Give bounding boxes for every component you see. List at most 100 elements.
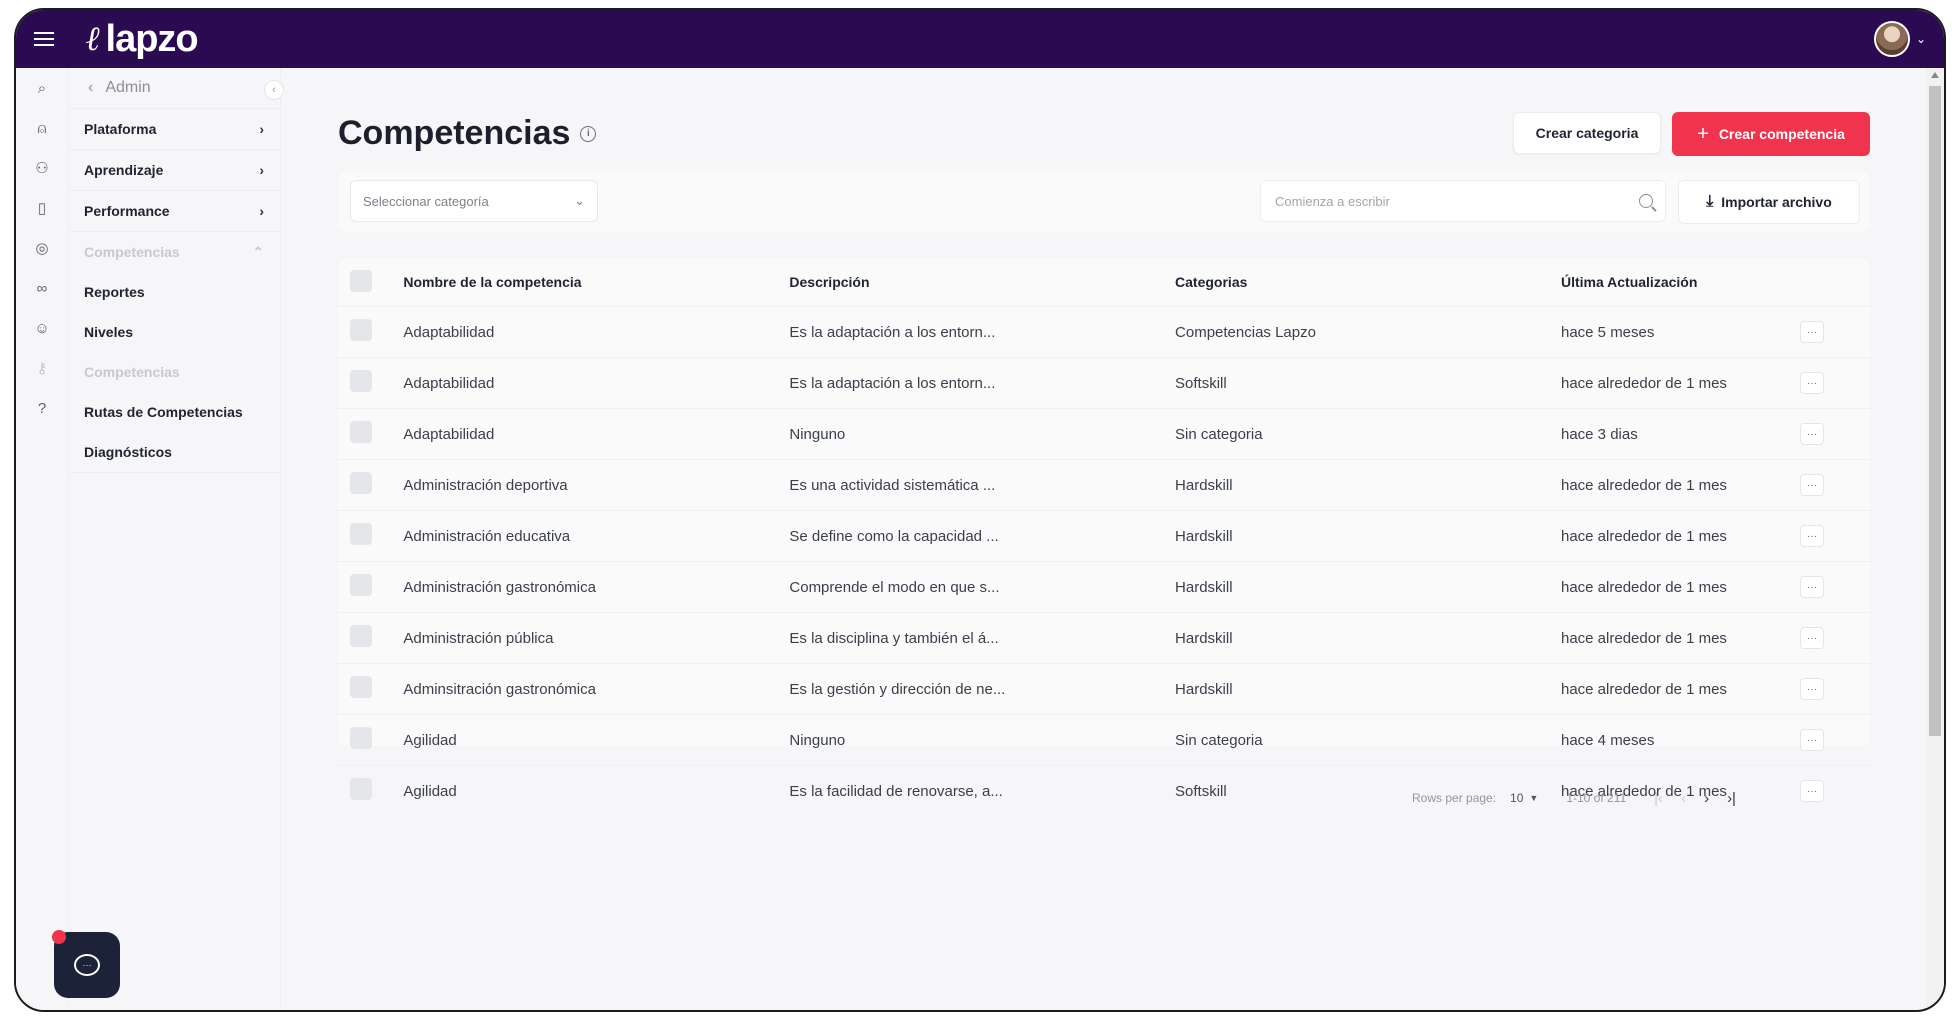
brand-logo[interactable]: ℓ lapzo (86, 18, 199, 61)
more-options-icon[interactable]: ··· (1799, 474, 1824, 496)
more-options-icon[interactable]: ··· (1799, 729, 1824, 751)
competency-name[interactable]: Agilidad (402, 765, 789, 816)
table-row[interactable]: Adminsitración gastronómica Es la gestión… (338, 663, 1870, 715)
row-checkbox[interactable] (350, 625, 372, 647)
user-circle-icon[interactable]: ☺ (16, 308, 68, 348)
row-select-cell (338, 510, 403, 562)
more-options-icon[interactable]: ··· (1799, 576, 1824, 598)
sidebar-item-competencias-sub[interactable]: Competencias (70, 352, 280, 392)
search-input[interactable] (1273, 192, 1639, 210)
user-icon[interactable]: ⍝ (16, 108, 68, 148)
table-row[interactable]: Administración deportiva Es una actividad… (338, 459, 1870, 511)
help-icon[interactable]: ? (16, 388, 68, 428)
hamburger-menu-button[interactable] (16, 10, 72, 68)
more-options-icon[interactable]: ··· (1799, 627, 1824, 649)
row-select-cell (338, 408, 403, 460)
sidebar-item-performance[interactable]: Performance › (70, 191, 280, 232)
sidebar-item-reportes[interactable]: Reportes (70, 272, 280, 312)
last-page-icon[interactable]: ›| (1727, 790, 1736, 807)
import-file-button[interactable]: ⤓ Importar archivo (1678, 180, 1860, 224)
row-checkbox[interactable] (350, 676, 372, 698)
page-scrollbar[interactable] (1926, 68, 1944, 1010)
competency-updated: hace 3 dias (1559, 408, 1799, 460)
competency-description: Es la disciplina y también el á... (788, 612, 1175, 664)
competency-name[interactable]: Administración educativa (402, 510, 789, 562)
next-page-icon[interactable]: › (1704, 790, 1709, 807)
filter-bar: Seleccionar categoría ⌄ ⤓ Importar archi… (338, 172, 1870, 232)
row-select-cell (338, 561, 403, 613)
sidebar-item-aprendizaje[interactable]: Aprendizaje › (70, 150, 280, 191)
table-row[interactable]: Administración educativa Se define como l… (338, 510, 1870, 562)
column-header-description[interactable]: Descripción (788, 258, 1174, 307)
competency-name[interactable]: Adminsitración gastronómica (402, 663, 789, 715)
competency-name[interactable]: Adaptabilidad (402, 306, 789, 358)
create-competency-button[interactable]: + Crear competencia (1672, 112, 1870, 156)
target-icon[interactable]: ◎ (16, 228, 68, 268)
row-checkbox[interactable] (350, 778, 372, 800)
column-header-actions (1799, 258, 1870, 307)
user-menu[interactable]: ⌄ (1873, 21, 1926, 57)
table-row[interactable]: Adaptabilidad Es la adaptación a los ento… (338, 306, 1870, 358)
sidebar-title: Admin (105, 79, 151, 96)
book-icon[interactable]: ▯ (16, 188, 68, 228)
create-category-button[interactable]: Crear categoria (1513, 112, 1661, 154)
sidebar-item-rutas[interactable]: Rutas de Competencias (70, 392, 280, 432)
table-row[interactable]: Adaptabilidad Ninguno Sin categoria hace 3 … (338, 408, 1870, 460)
competency-description: Es la adaptación a los entorn... (788, 357, 1175, 409)
table-row[interactable]: Agilidad Ninguno Sin categoria hace 4 meses… (338, 714, 1870, 766)
rows-per-page-select[interactable]: 10 ▼ (1510, 791, 1538, 805)
competency-name[interactable]: Adaptabilidad (402, 357, 789, 409)
top-bar: ℓ lapzo ⌄ (16, 10, 1944, 68)
app-window: ℓ lapzo ⌄ ⌕ ⍝ ⚇ ▯ ◎ ∞ ☺ ⚷ ? ‹ Admin ‹ Pl… (14, 8, 1946, 1012)
more-options-icon[interactable]: ··· (1799, 423, 1824, 445)
competency-updated: hace alrededor de 1 mes (1559, 459, 1799, 511)
row-actions-cell: ··· (1798, 612, 1870, 664)
sidebar-item-label: Niveles (84, 324, 134, 340)
first-page-icon[interactable]: |‹ (1654, 790, 1663, 807)
more-options-icon[interactable]: ··· (1799, 678, 1824, 700)
more-options-icon[interactable]: ··· (1799, 321, 1824, 343)
more-options-icon[interactable]: ··· (1799, 372, 1824, 394)
column-header-categories[interactable]: Categorias (1174, 258, 1560, 307)
scroll-thumb[interactable] (1929, 86, 1941, 736)
table-row[interactable]: Adaptabilidad Es la adaptación a los ento… (338, 357, 1870, 409)
back-icon[interactable]: ‹ (88, 79, 93, 97)
row-checkbox[interactable] (350, 421, 372, 443)
competency-name[interactable]: Adaptabilidad (402, 408, 789, 460)
row-select-cell (338, 765, 403, 816)
handshake-icon[interactable]: ∞ (16, 268, 68, 308)
column-header-updated[interactable]: Última Actualización (1560, 258, 1799, 307)
row-checkbox[interactable] (350, 574, 372, 596)
more-options-icon[interactable]: ··· (1799, 525, 1824, 547)
category-select[interactable]: Seleccionar categoría ⌄ (350, 180, 598, 222)
sidebar-item-competencias[interactable]: Competencias ⌃ (70, 232, 280, 272)
row-checkbox[interactable] (350, 472, 372, 494)
row-checkbox[interactable] (350, 727, 372, 749)
table-row[interactable]: Administración gastronómica Comprende el … (338, 561, 1870, 613)
page-range: 1-10 of 211 (1566, 791, 1627, 805)
chat-button[interactable]: ··· (52, 930, 120, 998)
competencies-table: Nombre de la competencia Descripción Cat… (338, 258, 1870, 816)
row-checkbox[interactable] (350, 523, 372, 545)
prev-page-icon[interactable]: ‹ (1681, 790, 1686, 807)
competency-name[interactable]: Administración deportiva (402, 459, 789, 511)
search-icon[interactable] (1639, 194, 1653, 208)
users-icon[interactable]: ⚇ (16, 148, 68, 188)
row-checkbox[interactable] (350, 319, 372, 341)
sidebar-item-plataforma[interactable]: Plataforma › (70, 109, 280, 150)
icon-rail: ⌕ ⍝ ⚇ ▯ ◎ ∞ ☺ ⚷ ? (16, 68, 69, 1010)
competency-name[interactable]: Agilidad (402, 714, 789, 766)
info-icon[interactable]: i (580, 125, 597, 142)
competency-name[interactable]: Administración gastronómica (402, 561, 789, 613)
scroll-up-icon[interactable] (1931, 72, 1939, 78)
table-row[interactable]: Administración pública Es la disciplina y… (338, 612, 1870, 664)
select-all-checkbox[interactable] (350, 269, 372, 292)
search-icon[interactable]: ⌕ (16, 68, 68, 108)
sidebar-item-diagnosticos[interactable]: Diagnósticos (70, 432, 280, 473)
key-icon[interactable]: ⚷ (16, 348, 68, 388)
sidebar-item-niveles[interactable]: Niveles (70, 312, 280, 352)
column-header-name[interactable]: Nombre de la competencia (402, 258, 788, 307)
row-checkbox[interactable] (350, 370, 372, 392)
chevron-down-icon: ⌄ (1915, 32, 1926, 46)
competency-name[interactable]: Administración pública (402, 612, 789, 664)
